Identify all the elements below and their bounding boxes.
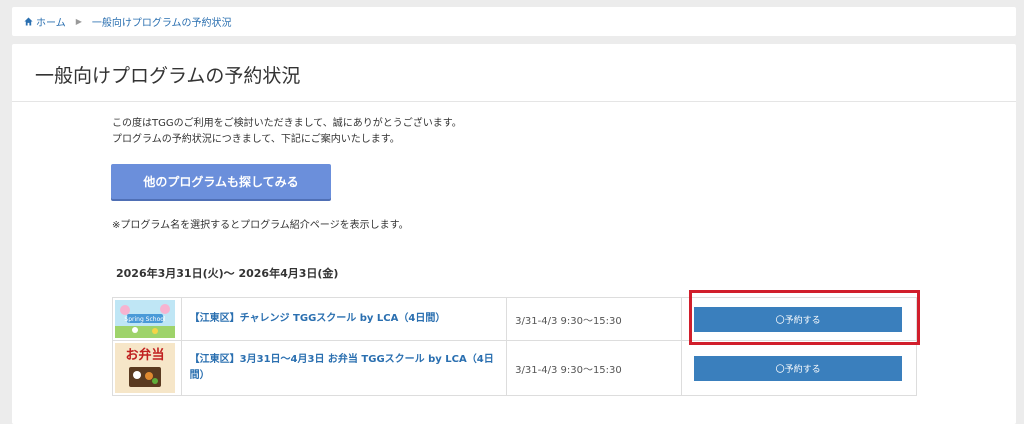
main-panel: 一般向けプログラムの予約状況 この度はTGGのご利用をご検討いただきまして、誠に… [12,44,1016,424]
breadcrumb: ホーム ▶ 一般向けプログラムの予約状況 [12,7,1016,36]
home-icon [24,17,33,26]
program-time: 3/31-4/3 9:30～15:30 [506,297,683,341]
program-name-link[interactable]: 【江東区】3月31日～4月3日 お弁当 TGGスクール by LCA（4日間） [180,340,508,396]
program-name-link[interactable]: 【江東区】チャレンジ TGGスクール by LCA（4日間） [180,297,508,341]
breadcrumb-home-link[interactable]: ホーム [36,14,66,29]
reserve-button[interactable]: 〇予約する [694,306,903,332]
bento-thumbnail[interactable]: お弁当 [115,343,175,393]
thumb-text: お弁当 [125,347,164,363]
table-row: お弁当 【江東区】3月31日～4月3日 お弁当 TGGスクール by LCA（4… [112,340,917,396]
program-time: 3/31-4/3 9:30～15:30 [506,340,683,396]
program-table: Spring School 【江東区】チャレンジ TGGスクール by LCA（… [112,297,917,396]
date-range-heading: 2026年3月31日(火)～ 2026年4月3日(金) [116,267,339,280]
page-title: 一般向けプログラムの予約状況 [35,65,301,87]
breadcrumb-current[interactable]: 一般向けプログラムの予約状況 [92,14,232,29]
thumbnail-cell: Spring School [112,297,182,341]
thumbnail-cell: お弁当 [112,340,182,396]
search-other-programs-button[interactable]: 他のプログラムも探してみる [111,164,331,199]
table-row: Spring School 【江東区】チャレンジ TGGスクール by LCA（… [112,297,917,341]
intro-text: この度はTGGのご利用をご検討いただきまして、誠にありがとうございます。 プログ… [112,116,462,148]
chevron-right-icon: ▶ [75,17,82,26]
spring-school-thumbnail[interactable]: Spring School [115,300,175,338]
action-cell: 〇予約する [681,340,917,396]
intro-line: プログラムの予約状況につきまして、下記にご案内いたします。 [112,134,400,145]
note-text: ※プログラム名を選択するとプログラム紹介ページを表示します。 [112,220,409,231]
intro-line: この度はTGGのご利用をご検討いただきまして、誠にありがとうございます。 [112,118,462,129]
divider [12,101,1016,102]
thumb-text: Spring School [124,316,166,323]
reserve-button[interactable]: 〇予約する [694,355,903,381]
action-cell: 〇予約する [681,297,917,341]
